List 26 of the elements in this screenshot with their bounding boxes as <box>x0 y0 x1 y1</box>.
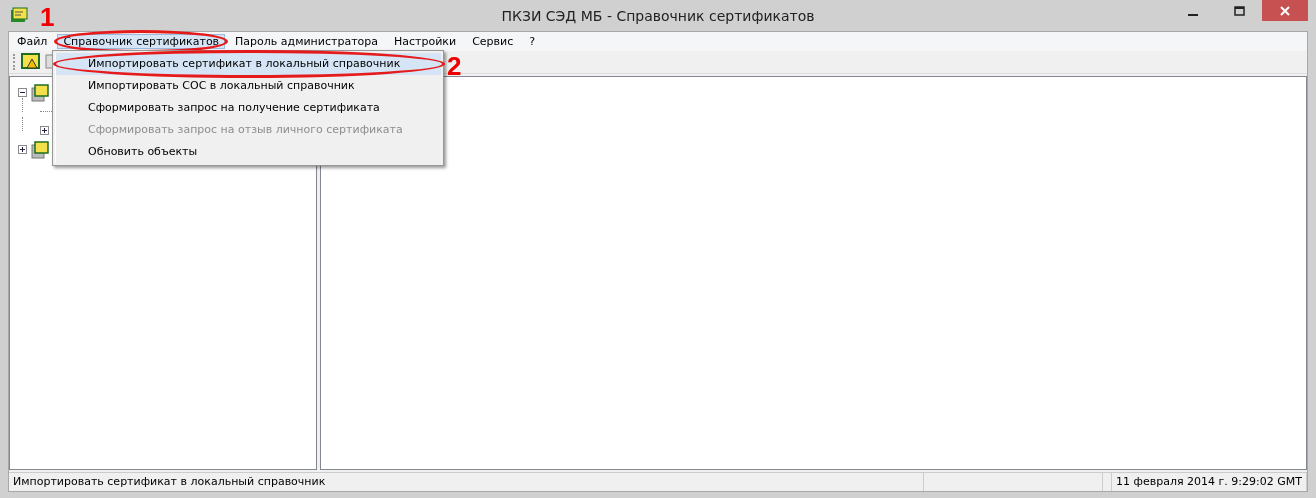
maximize-icon <box>1233 5 1245 16</box>
menu-item[interactable]: ? <box>523 34 542 49</box>
window-title: ПКЗИ СЭД МБ - Справочник сертификатов <box>501 7 815 24</box>
close-icon <box>1280 5 1290 16</box>
annotation-number: 1 <box>40 4 55 30</box>
certificate-icon <box>31 140 49 159</box>
certificate-warning-icon[interactable] <box>21 53 41 71</box>
close-button[interactable] <box>1262 0 1308 21</box>
minimize-icon <box>1188 13 1198 16</box>
menu-item[interactable]: Импортировать сертификат в локальный справочник <box>55 53 441 75</box>
menu-item[interactable]: Обновить объекты <box>55 141 441 163</box>
status-message: Импортировать сертификат в локальный справочник <box>9 473 925 491</box>
menu-item[interactable]: Импортировать СОС в локальный справочник <box>55 75 441 97</box>
menu-item[interactable]: Пароль администратора <box>229 34 384 49</box>
menu-item[interactable]: Сервис <box>466 34 520 49</box>
annotation-number: 2 <box>447 53 462 79</box>
certificate-icon <box>31 83 49 102</box>
certificate-icon <box>10 7 28 23</box>
menu-item[interactable]: Файл <box>11 34 54 49</box>
expander-icon[interactable] <box>40 126 49 135</box>
status-datetime: 11 февраля 2014 г. 9:29:02 GMT <box>1112 473 1307 491</box>
expander-icon[interactable] <box>18 88 27 97</box>
menu-item[interactable]: Справочник сертификатов <box>57 34 226 49</box>
menu-item[interactable]: Сформировать запрос на получение сертификата <box>55 97 441 119</box>
expander-icon[interactable] <box>18 145 27 154</box>
menu-item[interactable]: Настройки <box>388 34 463 49</box>
